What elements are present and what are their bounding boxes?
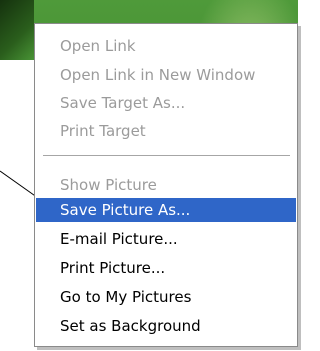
- menu-item-email-picture[interactable]: E-mail Picture...: [36, 227, 296, 251]
- menu-separator: [43, 155, 290, 157]
- background-photo-shadow: [0, 0, 34, 60]
- menu-item-save-target-as[interactable]: Save Target As...: [36, 91, 296, 115]
- menu-item-save-picture-as[interactable]: Save Picture As...: [36, 198, 296, 222]
- menu-item-print-target[interactable]: Print Target: [36, 119, 296, 143]
- page-margin-left: [0, 60, 34, 351]
- menu-item-print-picture[interactable]: Print Picture...: [36, 256, 296, 280]
- menu-item-open-link-new-window[interactable]: Open Link in New Window: [36, 63, 296, 87]
- menu-item-open-link[interactable]: Open Link: [36, 34, 296, 58]
- menu-item-go-to-my-pictures[interactable]: Go to My Pictures: [36, 285, 296, 309]
- context-menu: Open Link Open Link in New Window Save T…: [34, 23, 298, 347]
- page-margin-right: [298, 0, 308, 351]
- menu-item-set-as-background[interactable]: Set as Background: [36, 314, 296, 338]
- menu-item-show-picture[interactable]: Show Picture: [36, 173, 296, 197]
